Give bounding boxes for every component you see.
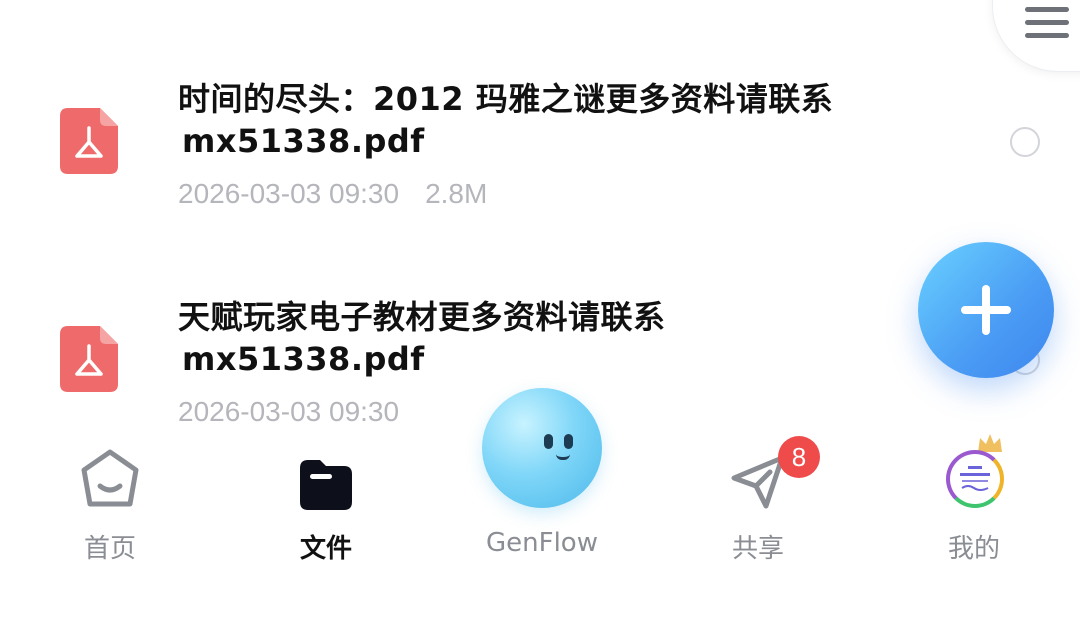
- file-meta: 2026-03-03 09:30: [178, 396, 399, 428]
- select-radio[interactable]: [1010, 127, 1040, 157]
- pdf-icon: [60, 326, 118, 392]
- file-name: 天赋玩家电子教材更多资料请联系 mx51338.pdf: [178, 296, 938, 380]
- tab-share-label: 共享: [731, 534, 784, 564]
- tab-home-label: 首页: [83, 534, 136, 564]
- file-name-line2: mx51338.pdf: [182, 122, 425, 160]
- tab-mine-label: 我的: [947, 534, 1000, 564]
- file-meta: 2026-03-03 09:30 2.8M: [178, 178, 487, 210]
- file-name-line1: 天赋玩家电子教材更多资料请联系: [178, 298, 666, 336]
- menu-button[interactable]: [992, 0, 1080, 72]
- mascot-eye: [544, 434, 553, 449]
- home-icon: [81, 449, 139, 507]
- add-fab-button[interactable]: [918, 242, 1054, 378]
- file-name: 时间的尽头：2012 玛雅之谜更多资料请联系 mx51338.pdf: [178, 78, 938, 162]
- file-name-line1: 时间的尽头：2012 玛雅之谜更多资料请联系: [178, 80, 834, 118]
- tab-home[interactable]: 首页: [40, 442, 180, 565]
- file-list-screen: 时间的尽头：2012 玛雅之谜更多资料请联系 mx51338.pdf 2026-…: [0, 0, 1080, 636]
- avatar-image-icon: [956, 462, 994, 494]
- genflow-mascot-icon[interactable]: [482, 388, 602, 508]
- pdf-icon: [60, 108, 118, 174]
- mascot-mouth: [556, 454, 570, 460]
- file-date: 2026-03-03 09:30: [178, 178, 400, 209]
- menu-icon: [1025, 7, 1069, 46]
- share-unread-badge: 8: [778, 436, 820, 478]
- tab-genflow-label: GenFlow: [486, 528, 598, 558]
- avatar[interactable]: [946, 450, 1004, 508]
- file-date: 2026-03-03 09:30: [178, 396, 400, 427]
- file-name-line2: mx51338.pdf: [182, 340, 425, 378]
- tab-files[interactable]: 文件: [256, 442, 396, 565]
- mascot-eye: [564, 434, 573, 449]
- file-size: 2.8M: [425, 178, 488, 209]
- folder-icon: [300, 460, 352, 510]
- tab-files-label: 文件: [299, 534, 352, 564]
